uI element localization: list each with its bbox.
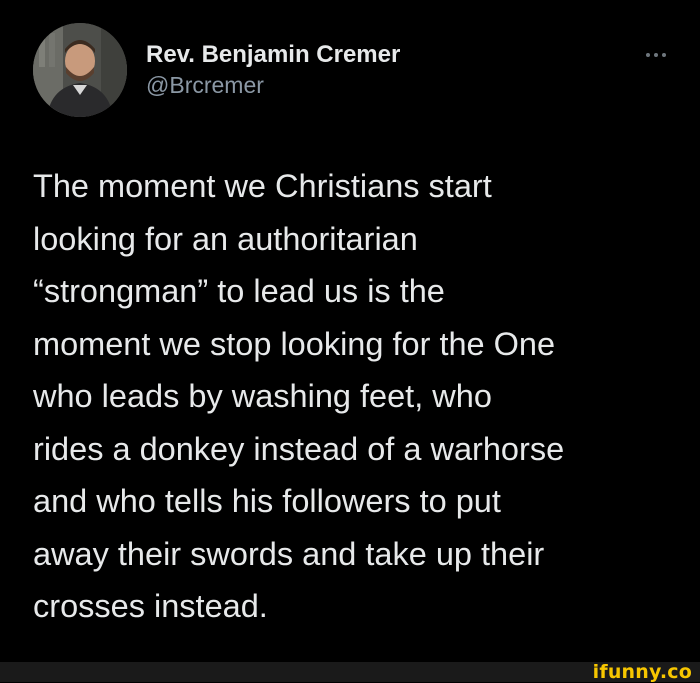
more-horizontal-icon <box>646 53 650 57</box>
more-horizontal-icon-dot-2 <box>654 53 658 57</box>
author-display-name[interactable]: Rev. Benjamin Cremer <box>146 40 400 70</box>
more-options-button[interactable] <box>638 45 674 65</box>
ifunny-watermark: ifunny.co <box>592 661 692 683</box>
tweet-text-line: “strongman” to lead us is the <box>33 273 445 309</box>
tweet-card: Rev. Benjamin Cremer @Brcremer The momen… <box>0 0 700 662</box>
tweet-text-line: crosses instead. <box>33 588 268 624</box>
tweet-header: Rev. Benjamin Cremer @Brcremer <box>33 23 673 123</box>
avatar[interactable] <box>33 23 127 117</box>
watermark-bar: ifunny.co <box>0 662 700 682</box>
tweet-text-line: and who tells his followers to put <box>33 483 501 519</box>
tweet-text: The moment we Christians start looking f… <box>33 160 683 633</box>
author-handle[interactable]: @Brcremer <box>146 71 400 99</box>
tweet-text-line: looking for an authoritarian <box>33 220 418 257</box>
tweet-text-line: who leads by washing feet, who <box>33 378 492 414</box>
more-horizontal-icon-dot-3 <box>662 53 666 57</box>
profile-photo-icon <box>33 23 127 117</box>
tweet-text-line: The moment we Christians start <box>33 168 492 204</box>
author-names: Rev. Benjamin Cremer @Brcremer <box>146 40 400 99</box>
tweet-text-line: rides a donkey instead of a warhorse <box>33 430 565 467</box>
tweet-text-line: away their swords and take up their <box>33 535 545 572</box>
tweet-text-line: moment we stop looking for the One <box>33 325 556 362</box>
